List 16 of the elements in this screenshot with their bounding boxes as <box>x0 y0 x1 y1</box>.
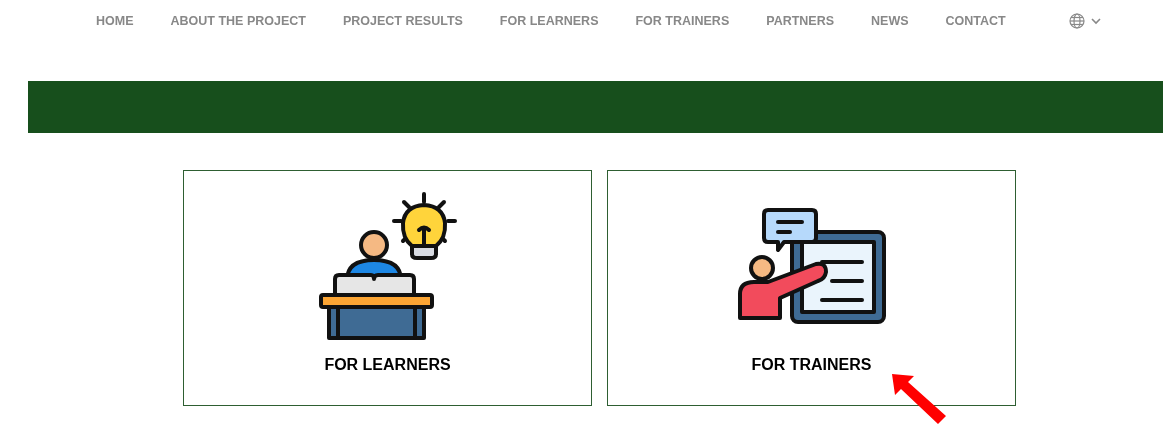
language-selector[interactable] <box>1069 13 1101 29</box>
nav-link[interactable]: NEWS <box>871 11 909 31</box>
pointer-arrow <box>890 372 948 426</box>
nav-link[interactable]: PARTNERS <box>766 11 835 31</box>
nav-link[interactable]: PROJECT RESULTS <box>342 11 463 31</box>
nav-link[interactable]: ABOUT THE PROJECT <box>170 11 306 31</box>
nav-link[interactable]: FOR LEARNERS <box>499 11 599 31</box>
category-card[interactable]: FOR TRAINERS <box>607 170 1016 406</box>
category-card[interactable]: FOR LEARNERS <box>183 170 592 406</box>
chevron-down-icon <box>1091 17 1101 25</box>
nav-link[interactable]: CONTACT <box>945 11 1006 31</box>
card-title: FOR TRAINERS <box>751 355 872 375</box>
globe-icon <box>1069 13 1085 29</box>
nav-link[interactable]: FOR TRAINERS <box>635 11 730 31</box>
card-title: FOR LEARNERS <box>324 355 451 375</box>
nav-link[interactable]: HOME <box>96 11 134 31</box>
